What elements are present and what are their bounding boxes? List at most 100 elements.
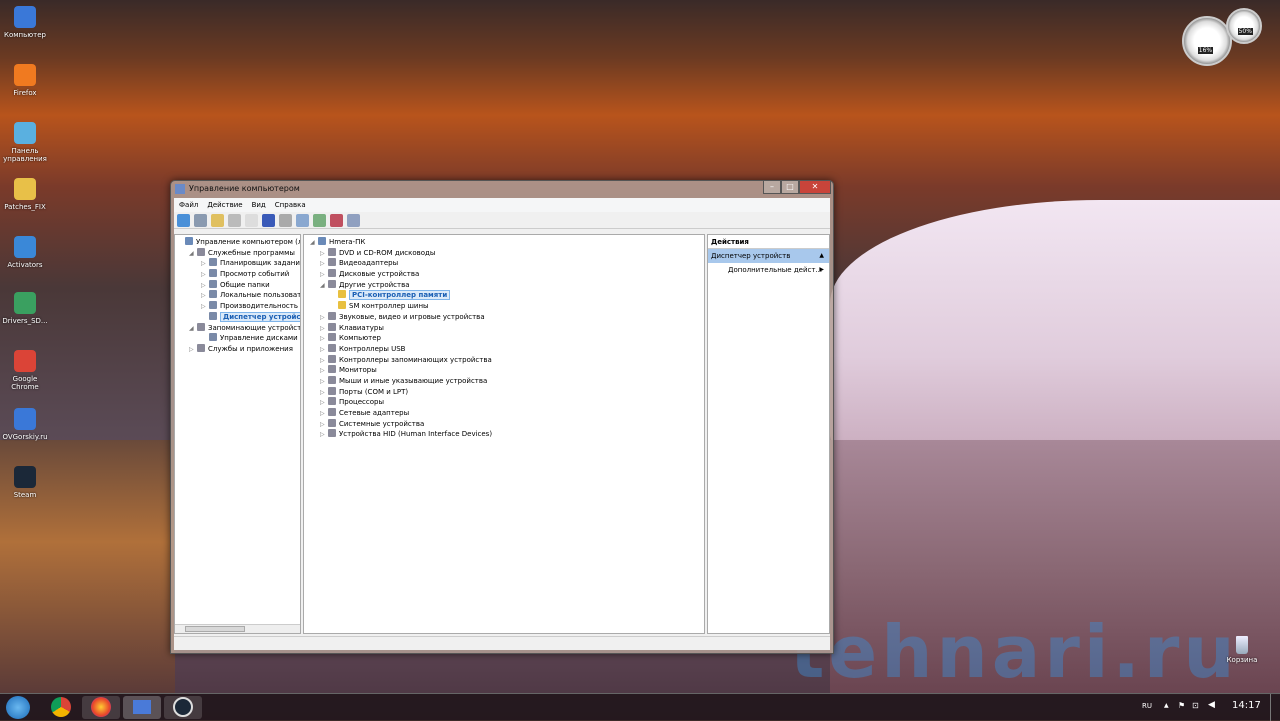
- maximize-button[interactable]: □: [781, 181, 799, 194]
- tree-item[interactable]: ▷ Системные устройства: [310, 418, 698, 430]
- forward-icon[interactable]: [194, 214, 207, 227]
- tree-item[interactable]: ◢ Служебные программы: [177, 247, 298, 259]
- desktop-icon-drivers-sd[interactable]: Drivers_SD...: [2, 292, 48, 325]
- warning-device-icon: [338, 301, 346, 310]
- scan-hardware-icon[interactable]: [296, 214, 309, 227]
- tree-item[interactable]: ▷ Производительность: [177, 301, 298, 312]
- expand-arrow-icon[interactable]: ▷: [189, 345, 197, 356]
- desktop-icon-google-chrome[interactable]: Google Chrome: [2, 350, 48, 391]
- tree-item-label: Системные устройства: [339, 419, 425, 428]
- tree-item[interactable]: ▷ Службы и приложения: [177, 343, 298, 356]
- tree-item[interactable]: ▷ Порты (COM и LPT): [310, 386, 698, 398]
- tree-item[interactable]: ◢ Hmera-ПК: [310, 237, 698, 248]
- clock[interactable]: 14:17: [1232, 700, 1261, 711]
- menu-action[interactable]: Действие: [207, 201, 242, 209]
- menu-file[interactable]: Файл: [179, 201, 198, 209]
- show-hide-tree-icon[interactable]: [228, 214, 241, 227]
- tree-item[interactable]: ▷ Клавиатуры: [310, 322, 698, 334]
- tree-item-label: DVD и CD-ROM дисководы: [339, 248, 436, 257]
- taskbar-computer-management[interactable]: [123, 696, 161, 719]
- device-icon: [328, 386, 336, 395]
- tree-item[interactable]: Управление компьютером (лока: [177, 237, 300, 248]
- tree-item-label: Служебные программы: [208, 248, 295, 257]
- tree-item[interactable]: ▷ Мыши и иные указывающие устройства: [310, 375, 698, 387]
- menu-view[interactable]: Вид: [252, 201, 266, 209]
- properties-icon[interactable]: [245, 214, 258, 227]
- tree-item-label: Службы и приложения: [208, 344, 293, 353]
- menu-help[interactable]: Справка: [275, 201, 306, 209]
- tree-item[interactable]: ▷ Видеоадаптеры: [310, 258, 698, 269]
- tree-item[interactable]: PCI-контроллер памяти: [310, 290, 698, 301]
- more-actions[interactable]: Дополнительные дейст... ▶: [708, 263, 829, 274]
- action-pane-icon[interactable]: [279, 214, 292, 227]
- recycle-bin-icon: [1236, 636, 1248, 654]
- tree-item[interactable]: ▷ Общие папки: [177, 279, 298, 291]
- tree-item[interactable]: ▷ DVD и CD-ROM дисководы: [310, 247, 698, 259]
- tree-item[interactable]: ◢ Другие устройства: [310, 279, 698, 291]
- tree-item[interactable]: ▷ Процессоры: [310, 397, 698, 408]
- desktop-icon-activators[interactable]: Activators: [2, 236, 48, 269]
- minimize-button[interactable]: –: [763, 181, 781, 194]
- action-center-flag-icon[interactable]: ⚑: [1178, 701, 1185, 710]
- uninstall-icon[interactable]: [330, 214, 343, 227]
- tree-item[interactable]: ◢ Запоминающие устройства: [177, 322, 300, 334]
- desktop-icon-patches-fix[interactable]: Patches_FIX: [2, 178, 48, 211]
- tree-item[interactable]: ▷Локальные пользовател: [177, 290, 300, 301]
- control-panel-icon: [14, 122, 36, 144]
- device-icon: [209, 279, 217, 288]
- tree-item-label: Hmera-ПК: [329, 238, 366, 246]
- device-icon: [328, 333, 336, 342]
- tree-item[interactable]: ▷ Сетевые адаптеры: [310, 408, 698, 419]
- tree-item[interactable]: ▷ Дисковые устройства: [310, 269, 698, 280]
- desktop-icon-firefox[interactable]: Firefox: [2, 64, 48, 97]
- help-icon[interactable]: [262, 214, 275, 227]
- google-chrome-icon: [14, 350, 36, 372]
- tree-item[interactable]: ▷ Просмотр событий: [177, 269, 298, 280]
- desktop-icon-control-panel[interactable]: Панель управления: [2, 122, 48, 163]
- tree-item[interactable]: ▷ Компьютер: [310, 333, 698, 344]
- taskbar-steam[interactable]: [164, 696, 202, 719]
- tree-item[interactable]: Диспетчер устройств: [177, 311, 300, 323]
- tree-item[interactable]: ▷ Планировщик заданий: [177, 258, 300, 269]
- taskbar-chrome[interactable]: [42, 696, 80, 719]
- back-icon[interactable]: [177, 214, 190, 227]
- tree-item[interactable]: Управление дисками: [177, 333, 298, 344]
- device-icon: [328, 418, 336, 427]
- desktop-icon-label: Drivers_SD...: [2, 317, 48, 325]
- recycle-bin[interactable]: Корзина: [1222, 636, 1262, 664]
- tree-item[interactable]: SM контроллер шины: [310, 301, 698, 312]
- desktop-icon-computer[interactable]: Компьютер: [2, 6, 48, 39]
- up-folder-icon[interactable]: [211, 214, 224, 227]
- recycle-bin-label: Корзина: [1226, 656, 1258, 664]
- volume-icon[interactable]: ◀: [1208, 700, 1215, 710]
- tree-item-label: Сетевые адаптеры: [339, 409, 410, 417]
- device-icon: [328, 279, 336, 288]
- tree-item-label: Процессоры: [339, 398, 385, 407]
- language-indicator[interactable]: RU: [1142, 702, 1152, 710]
- horizontal-scrollbar[interactable]: [175, 624, 300, 633]
- update-driver-icon[interactable]: [313, 214, 326, 227]
- tree-item[interactable]: ▷ Устройства HID (Human Interface Devices…: [310, 429, 698, 440]
- disable-device-icon[interactable]: [347, 214, 360, 227]
- tree-item[interactable]: ▷ Контроллеры запоминающих устройства: [310, 354, 698, 366]
- title-bar[interactable]: Управление компьютером – □ ✕: [171, 181, 833, 197]
- tree-item-label: Просмотр событий: [220, 270, 290, 279]
- show-desktop-button[interactable]: [1270, 694, 1280, 721]
- taskbar-firefox[interactable]: [82, 696, 120, 719]
- desktop-icon-ovgorskiy[interactable]: OVGorskiy.ru: [2, 408, 48, 441]
- show-hidden-icons[interactable]: ▲: [1164, 702, 1169, 709]
- collapse-icon[interactable]: ▲: [819, 252, 824, 259]
- tree-item-label: Порты (COM и LPT): [339, 387, 409, 396]
- desktop-icon-label: Patches_FIX: [4, 203, 46, 211]
- actions-section-device-manager[interactable]: Диспетчер устройств ▲: [708, 249, 829, 263]
- desktop-icon-steam[interactable]: Steam: [2, 466, 48, 499]
- close-button[interactable]: ✕: [799, 181, 831, 194]
- start-button[interactable]: [6, 696, 30, 719]
- expand-arrow-icon[interactable]: ▷: [320, 430, 328, 441]
- tree-item[interactable]: ▷ Контроллеры USB: [310, 343, 698, 355]
- tree-item[interactable]: ▷ Мониторы: [310, 365, 698, 376]
- tree-item-label: Звуковые, видео и игровые устройства: [339, 312, 485, 321]
- tree-item[interactable]: ▷ Звуковые, видео и игровые устройства: [310, 311, 698, 323]
- device-icon: [197, 322, 205, 331]
- network-icon[interactable]: ⊡: [1192, 701, 1199, 710]
